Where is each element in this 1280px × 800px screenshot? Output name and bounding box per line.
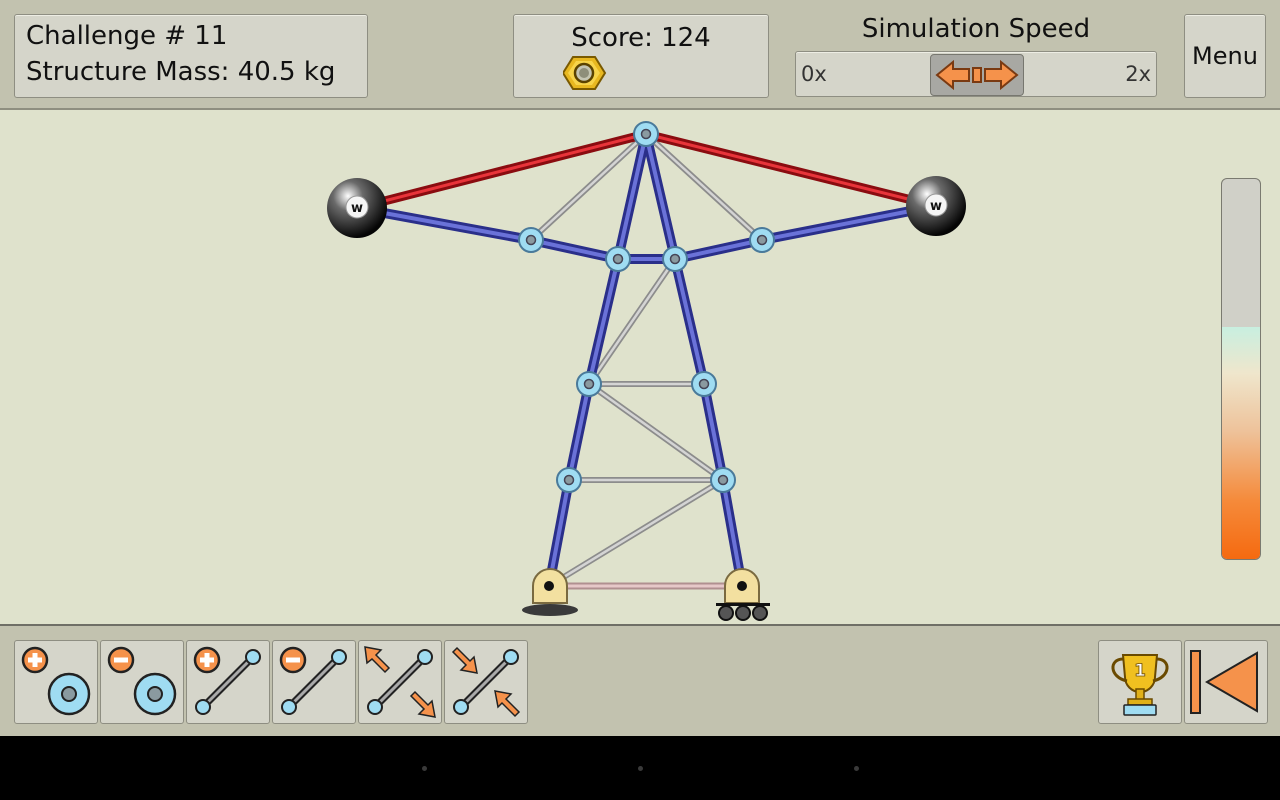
stress-meter-fill — [1222, 327, 1260, 559]
nav-home-dot[interactable] — [638, 766, 643, 771]
nav-recents-dot[interactable] — [854, 766, 859, 771]
top-bar: Challenge # 11 Structure Mass: 40.5 kg S… — [0, 0, 1280, 110]
lengthen-beam-icon — [364, 646, 436, 718]
speed-min-label: 0x — [801, 62, 827, 86]
hex-nut-icon — [563, 56, 607, 90]
remove-joint-icon — [107, 646, 177, 716]
menu-button[interactable]: Menu — [1184, 14, 1266, 98]
weight-left: w — [327, 178, 387, 238]
shorten-beam-icon — [451, 646, 521, 718]
stress-meter — [1221, 178, 1261, 560]
trophy-rank: 1 — [1134, 661, 1146, 681]
nav-back-dot[interactable] — [422, 766, 427, 771]
simulation-canvas[interactable]: w w — [0, 110, 1280, 624]
simulation-speed-title: Simulation Speed — [861, 14, 1091, 44]
challenge-info-panel: Challenge # 11 Structure Mass: 40.5 kg — [14, 14, 368, 98]
weight-right-label: w — [930, 199, 942, 214]
compression-beams — [352, 129, 941, 591]
weight-right: w — [906, 176, 966, 236]
skip-to-start-icon — [1190, 650, 1258, 714]
score-panel: Score: 124 — [513, 14, 769, 98]
score-value: Score: 124 — [571, 23, 711, 53]
add-joint-icon — [21, 646, 91, 716]
lengthen-beam-button[interactable] — [358, 640, 442, 724]
tool-bar: 1 — [0, 624, 1280, 738]
game-screen: Challenge # 11 Structure Mass: 40.5 kg S… — [0, 0, 1280, 738]
simulation-speed-slider[interactable]: 0x 2x — [795, 51, 1157, 97]
roller-support — [716, 568, 770, 621]
add-beam-icon — [193, 646, 261, 715]
remove-beam-icon — [279, 646, 347, 715]
add-beam-button[interactable] — [186, 640, 270, 724]
shorten-beam-button[interactable] — [444, 640, 528, 724]
truss-structure: w w — [327, 121, 966, 621]
weight-left-label: w — [351, 201, 363, 216]
add-joint-button[interactable] — [14, 640, 98, 724]
speed-max-label: 2x — [1125, 62, 1151, 86]
trophy-icon: 1 — [1111, 654, 1169, 716]
challenge-number: Challenge # 11 — [26, 21, 228, 51]
double-arrow-icon — [935, 59, 1019, 91]
reset-simulation-button[interactable] — [1184, 640, 1268, 724]
remove-beam-button[interactable] — [272, 640, 356, 724]
remove-joint-button[interactable] — [100, 640, 184, 724]
achievements-button[interactable]: 1 — [1098, 640, 1182, 724]
joints — [518, 121, 775, 493]
speed-slider-handle[interactable] — [930, 54, 1024, 96]
structure-mass: Structure Mass: 40.5 kg — [26, 57, 336, 87]
